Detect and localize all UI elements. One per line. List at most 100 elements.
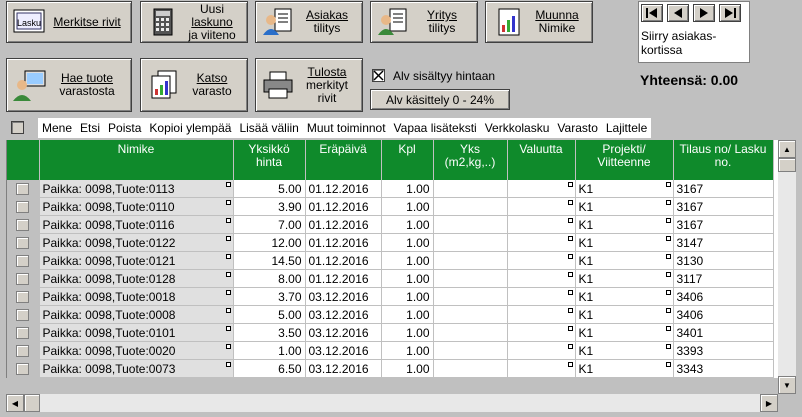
currency-cell[interactable] [507, 180, 576, 198]
unit-price-cell[interactable]: 3.70 [233, 287, 306, 306]
row-select-checkbox[interactable] [7, 323, 40, 342]
row-select-checkbox[interactable] [7, 359, 40, 378]
scroll-right-button[interactable]: ▶ [760, 394, 778, 412]
menu-kopioi-ylempaa[interactable]: Kopioi ylempää [145, 121, 235, 135]
company-account-button[interactable]: Yritys tilitys [370, 1, 478, 43]
unit-price-cell[interactable]: 8.00 [233, 269, 306, 288]
unit-price-cell[interactable]: 5.00 [233, 305, 306, 324]
menu-varasto[interactable]: Varasto [553, 121, 601, 135]
due-date-cell[interactable]: 03.12.2016 [305, 359, 382, 378]
row-select-checkbox[interactable] [7, 269, 40, 288]
customer-account-button[interactable]: Asiakas tilitys [255, 1, 363, 43]
name-cell[interactable]: Paikka: 0098,Tuote:0113 [39, 180, 234, 198]
last-record-button[interactable] [719, 4, 741, 22]
due-date-cell[interactable]: 01.12.2016 [305, 215, 382, 234]
name-cell[interactable]: Paikka: 0098,Tuote:0020 [39, 341, 234, 360]
due-date-cell[interactable]: 03.12.2016 [305, 341, 382, 360]
currency-cell[interactable] [507, 359, 576, 378]
unit-price-cell[interactable]: 3.50 [233, 323, 306, 342]
quantity-cell[interactable]: 1.00 [381, 269, 434, 288]
print-marked-button[interactable]: Tulosta merkityt rivit [255, 58, 363, 112]
name-cell[interactable]: Paikka: 0098,Tuote:0101 [39, 323, 234, 342]
unit-cell[interactable] [433, 215, 508, 234]
col-header-order-no[interactable]: Tilaus no/ Lasku no. [673, 140, 774, 180]
name-cell[interactable]: Paikka: 0098,Tuote:0008 [39, 305, 234, 324]
col-header-quantity[interactable]: Kpl [381, 140, 434, 180]
scroll-up-button[interactable]: ▲ [778, 140, 796, 158]
view-stock-button[interactable]: Katso varasto [140, 58, 248, 112]
due-date-cell[interactable]: 01.12.2016 [305, 233, 382, 252]
project-cell[interactable]: K1 [575, 233, 674, 252]
name-cell[interactable]: Paikka: 0098,Tuote:0121 [39, 251, 234, 270]
row-select-checkbox[interactable] [7, 341, 40, 360]
table-row[interactable]: Paikka: 0098,Tuote:0128 8.00 01.12.2016 1.0… [7, 269, 774, 288]
order-no-cell[interactable]: 3167 [673, 180, 774, 198]
quantity-cell[interactable]: 1.00 [381, 323, 434, 342]
order-no-cell[interactable]: 3406 [673, 287, 774, 306]
order-no-cell[interactable]: 3167 [673, 215, 774, 234]
scroll-down-button[interactable]: ▼ [778, 376, 796, 394]
vat-handling-button[interactable]: Alv käsittely 0 - 24% [370, 89, 510, 110]
order-no-cell[interactable]: 3343 [673, 359, 774, 378]
table-row[interactable]: Paikka: 0098,Tuote:0110 3.90 01.12.2016 1.0… [7, 197, 774, 216]
table-row[interactable]: Paikka: 0098,Tuote:0122 12.00 01.12.2016 1.… [7, 233, 774, 252]
quantity-cell[interactable]: 1.00 [381, 251, 434, 270]
unit-cell[interactable] [433, 180, 508, 198]
project-cell[interactable]: K1 [575, 305, 674, 324]
unit-cell[interactable] [433, 341, 508, 360]
quantity-cell[interactable]: 1.00 [381, 197, 434, 216]
table-row[interactable]: Paikka: 0098,Tuote:0008 5.00 03.12.2016 1.0… [7, 305, 774, 324]
due-date-cell[interactable]: 03.12.2016 [305, 323, 382, 342]
table-row[interactable]: Paikka: 0098,Tuote:0020 1.00 03.12.2016 1.0… [7, 341, 774, 360]
order-no-cell[interactable]: 3393 [673, 341, 774, 360]
unit-price-cell[interactable]: 14.50 [233, 251, 306, 270]
new-invoice-button[interactable]: Uusi laskuno ja viiteno [140, 1, 248, 43]
vertical-scrollbar[interactable]: ▲ ▼ [778, 140, 796, 394]
order-no-cell[interactable]: 3401 [673, 323, 774, 342]
row-select-checkbox[interactable] [7, 233, 40, 252]
menu-muut-toiminnot[interactable]: Muut toiminnot [303, 121, 390, 135]
due-date-cell[interactable]: 01.12.2016 [305, 197, 382, 216]
name-cell[interactable]: Paikka: 0098,Tuote:0116 [39, 215, 234, 234]
currency-cell[interactable] [507, 197, 576, 216]
first-record-button[interactable] [641, 4, 663, 22]
project-cell[interactable]: K1 [575, 341, 674, 360]
quantity-cell[interactable]: 1.00 [381, 341, 434, 360]
project-cell[interactable]: K1 [575, 269, 674, 288]
menu-etsi[interactable]: Etsi [76, 121, 104, 135]
currency-cell[interactable] [507, 233, 576, 252]
next-record-button[interactable] [693, 4, 715, 22]
due-date-cell[interactable]: 03.12.2016 [305, 305, 382, 324]
unit-price-cell[interactable]: 6.50 [233, 359, 306, 378]
select-all-checkbox[interactable] [11, 121, 24, 134]
menu-verkkolasku[interactable]: Verkkolasku [481, 121, 554, 135]
project-cell[interactable]: K1 [575, 197, 674, 216]
currency-cell[interactable] [507, 251, 576, 270]
name-cell[interactable]: Paikka: 0098,Tuote:0110 [39, 197, 234, 216]
project-cell[interactable]: K1 [575, 251, 674, 270]
col-header-name[interactable]: Nimike [39, 140, 234, 180]
currency-cell[interactable] [507, 215, 576, 234]
previous-record-button[interactable] [667, 4, 689, 22]
unit-price-cell[interactable]: 7.00 [233, 215, 306, 234]
order-no-cell[interactable]: 3147 [673, 233, 774, 252]
order-no-cell[interactable]: 3130 [673, 251, 774, 270]
col-header-project[interactable]: Projekti/ Viitteenne [575, 140, 674, 180]
table-row[interactable]: Paikka: 0098,Tuote:0121 14.50 01.12.2016 1.… [7, 251, 774, 270]
vertical-scroll-thumb[interactable] [778, 158, 796, 172]
unit-cell[interactable] [433, 323, 508, 342]
table-row[interactable]: Paikka: 0098,Tuote:0018 3.70 03.12.2016 1.0… [7, 287, 774, 306]
unit-cell[interactable] [433, 197, 508, 216]
project-cell[interactable]: K1 [575, 359, 674, 378]
quantity-cell[interactable]: 1.00 [381, 180, 434, 198]
currency-cell[interactable] [507, 323, 576, 342]
unit-cell[interactable] [433, 233, 508, 252]
unit-cell[interactable] [433, 269, 508, 288]
name-cell[interactable]: Paikka: 0098,Tuote:0073 [39, 359, 234, 378]
menu-lajittele[interactable]: Lajittele [602, 121, 651, 135]
table-row[interactable]: Paikka: 0098,Tuote:0116 7.00 01.12.2016 1.0… [7, 215, 774, 234]
table-row[interactable]: Paikka: 0098,Tuote:0113 5.00 01.12.2016 1.0… [7, 180, 774, 198]
scroll-left-button[interactable]: ◀ [6, 394, 24, 412]
row-select-checkbox[interactable] [7, 251, 40, 270]
horizontal-scrollbar[interactable]: ◀ ▶ [6, 394, 778, 412]
